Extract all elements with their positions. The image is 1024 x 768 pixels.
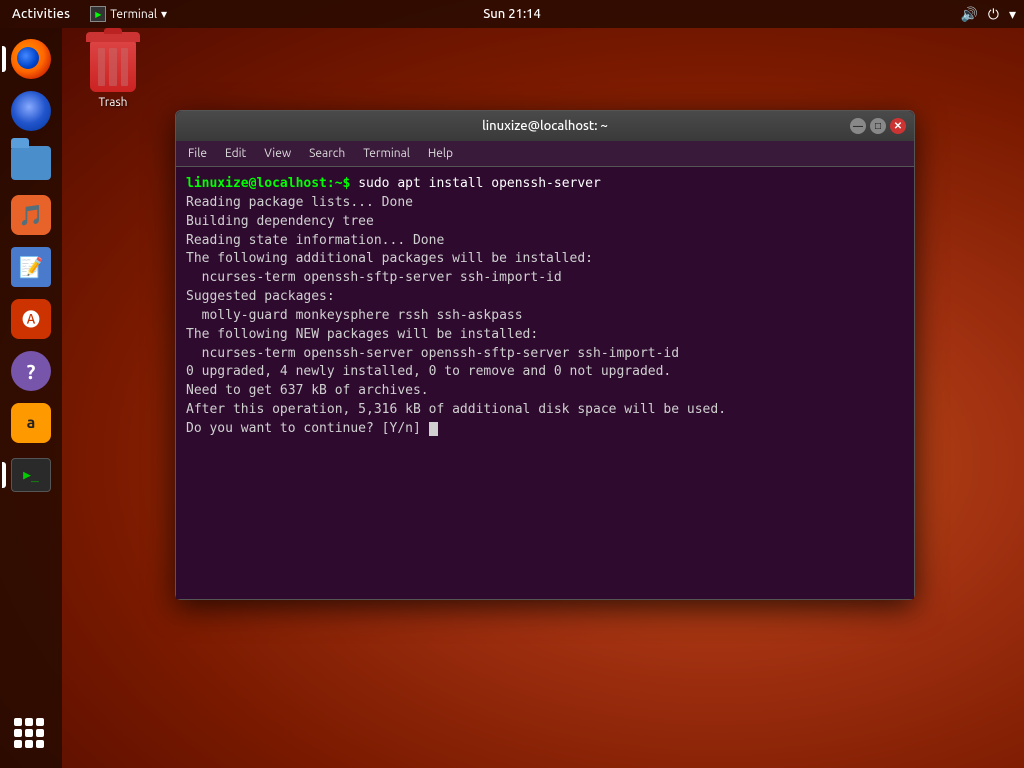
terminal-taskbar-label: Terminal	[110, 8, 157, 21]
terminal-taskbar-icon: ▶	[90, 6, 106, 22]
menu-file[interactable]: File	[180, 145, 215, 162]
terminal-titlebar: linuxize@localhost: ~ — □ ✕	[176, 111, 914, 141]
terminal-cursor	[429, 422, 438, 436]
files-icon	[11, 146, 51, 180]
sidebar-item-thunderbird[interactable]	[8, 88, 54, 134]
terminal-line-7: Suggested packages:	[186, 288, 904, 307]
desktop: Activities ▶ Terminal ▾ Sun 21:14 🔊 ⏻ ▾	[0, 0, 1024, 768]
sidebar-item-notes[interactable]: 📝	[8, 244, 54, 290]
terminal-line-2: Reading package lists... Done	[186, 194, 904, 213]
top-panel: Activities ▶ Terminal ▾ Sun 21:14 🔊 ⏻ ▾	[0, 0, 1024, 28]
software-center-icon: 🅐	[11, 299, 51, 339]
clock[interactable]: Sun 21:14	[483, 7, 541, 21]
terminal-window: linuxize@localhost: ~ — □ ✕ File Edit Vi…	[175, 110, 915, 600]
terminal-line-4: Reading state information... Done	[186, 232, 904, 251]
apps-grid-icon	[14, 718, 48, 752]
menu-help[interactable]: Help	[420, 145, 461, 162]
minimize-button[interactable]: —	[850, 118, 866, 134]
terminal-dropdown-arrow[interactable]: ▾	[161, 7, 167, 21]
sidebar-item-firefox[interactable]	[8, 36, 54, 82]
sidebar-item-terminal[interactable]: ▶_	[8, 452, 54, 498]
help-icon: ?	[11, 351, 51, 391]
maximize-button[interactable]: □	[870, 118, 886, 134]
terminal-window-title: linuxize@localhost: ~	[482, 119, 608, 133]
terminal-output[interactable]: linuxize@localhost:~$ sudo apt install o…	[176, 167, 914, 599]
sidebar-item-amazon[interactable]: a	[8, 400, 54, 446]
menu-edit[interactable]: Edit	[217, 145, 254, 162]
terminal-line-9: The following NEW packages will be insta…	[186, 326, 904, 345]
sidebar-item-sound[interactable]: 🎵	[8, 192, 54, 238]
trash-lines	[98, 48, 128, 86]
window-controls: — □ ✕	[850, 118, 906, 134]
firefox-icon	[11, 39, 51, 79]
sidebar-item-software-center[interactable]: 🅐	[8, 296, 54, 342]
menu-view[interactable]: View	[256, 145, 299, 162]
menu-search[interactable]: Search	[301, 145, 353, 162]
amazon-icon: a	[11, 403, 51, 443]
notes-icon: 📝	[11, 247, 51, 287]
system-menu-arrow[interactable]: ▾	[1009, 6, 1016, 23]
system-tray: 🔊 ⏻ ▾	[960, 6, 1024, 23]
volume-icon[interactable]: 🔊	[960, 6, 977, 23]
top-panel-left: Activities ▶ Terminal ▾	[0, 0, 167, 28]
terminal-line-8: molly-guard monkeysphere rssh ssh-askpas…	[186, 307, 904, 326]
terminal-line-1: linuxize@localhost:~$ sudo apt install o…	[186, 175, 904, 194]
terminal-line-3: Building dependency tree	[186, 213, 904, 232]
trash-icon	[90, 40, 136, 92]
power-icon[interactable]: ⏻	[988, 6, 999, 23]
terminal-line-5: The following additional packages will b…	[186, 250, 904, 269]
trash-label: Trash	[98, 96, 127, 109]
terminal-line-10: ncurses-term openssh-server openssh-sftp…	[186, 345, 904, 364]
terminal-menubar: File Edit View Search Terminal Help	[176, 141, 914, 167]
terminal-taskbar-item[interactable]: ▶ Terminal ▾	[90, 6, 167, 22]
terminal-line-13: After this operation, 5,316 kB of additi…	[186, 401, 904, 420]
thunderbird-icon	[11, 91, 51, 131]
sidebar-item-files[interactable]	[8, 140, 54, 186]
terminal-dock-icon: ▶_	[11, 458, 51, 492]
sound-icon: 🎵	[11, 195, 51, 235]
menu-terminal[interactable]: Terminal	[355, 145, 418, 162]
sidebar-item-apps-grid[interactable]	[8, 712, 54, 758]
close-button[interactable]: ✕	[890, 118, 906, 134]
sidebar-dock: 🎵 📝 🅐 ? a ▶_	[0, 28, 62, 768]
terminal-line-12: Need to get 637 kB of archives.	[186, 382, 904, 401]
terminal-line-14: Do you want to continue? [Y/n]	[186, 420, 904, 439]
terminal-line-11: 0 upgraded, 4 newly installed, 0 to remo…	[186, 363, 904, 382]
activities-button[interactable]: Activities	[0, 0, 82, 28]
sidebar-item-help[interactable]: ?	[8, 348, 54, 394]
desktop-trash[interactable]: Trash	[90, 40, 136, 109]
terminal-line-6: ncurses-term openssh-sftp-server ssh-imp…	[186, 269, 904, 288]
